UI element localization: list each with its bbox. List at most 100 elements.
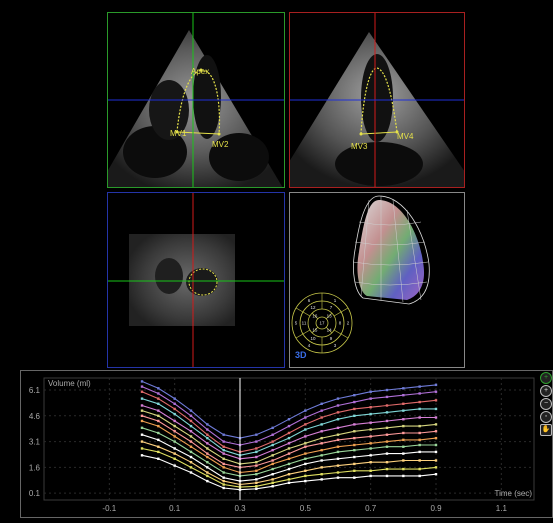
series-point	[320, 430, 323, 433]
series-point	[434, 430, 438, 433]
series-point	[434, 473, 438, 476]
series-point	[271, 481, 274, 485]
series-point	[320, 478, 323, 481]
series-point	[140, 433, 144, 436]
series-point	[369, 460, 372, 464]
series-point	[287, 473, 291, 476]
bullseye-segment-label: 5	[295, 321, 298, 326]
volume-time-chart[interactable]: 6.1 4.6 3.1 1.6 0.1 -0.1 0.1 0.3 0.5 0.7 0.9 1.1 Vol…	[20, 370, 553, 518]
series-point	[271, 440, 274, 443]
series-point	[173, 407, 176, 411]
series-point	[271, 473, 274, 476]
series-point	[320, 466, 323, 469]
plus-icon[interactable]: +	[540, 372, 552, 384]
series-point	[385, 426, 389, 430]
series-point	[189, 435, 193, 438]
series-point	[369, 406, 372, 409]
zoom-in-icon[interactable]: +	[540, 385, 552, 397]
series-point	[222, 471, 225, 474]
series-point	[418, 424, 421, 428]
series-point	[271, 448, 274, 452]
series-point	[336, 418, 340, 421]
series-point	[385, 440, 389, 443]
series-point	[222, 466, 225, 469]
apical-4ch-view[interactable]: Apex MV1 MV2	[107, 12, 285, 188]
series-point	[320, 448, 323, 452]
series-point	[336, 464, 340, 467]
bullseye-segment-label: 8	[339, 321, 342, 326]
series-point	[353, 448, 356, 452]
series-point	[369, 442, 372, 445]
series-point	[418, 443, 421, 447]
series-point	[189, 455, 193, 459]
apical-2ch-view[interactable]: MV3 MV4	[289, 12, 465, 188]
series-point	[434, 450, 438, 454]
series-point	[140, 409, 144, 412]
mv3-marker	[359, 132, 363, 136]
series-point	[434, 443, 438, 447]
zoom-out-icon[interactable]: −	[540, 398, 552, 410]
series-point	[304, 423, 307, 426]
hand-icon[interactable]: ✋	[540, 424, 552, 436]
series-point	[173, 440, 176, 443]
series-point	[434, 436, 438, 440]
series-point	[385, 460, 389, 464]
series-point	[434, 383, 438, 387]
zoom-fit-icon[interactable]: ◦	[540, 411, 552, 423]
bullseye-segment-label: 17	[319, 321, 325, 326]
series-point	[402, 459, 405, 462]
series-point	[255, 478, 258, 481]
series-point	[157, 431, 160, 435]
series-point	[206, 436, 209, 440]
series-point	[157, 402, 160, 405]
series-point	[353, 400, 356, 404]
series-point	[353, 414, 356, 418]
series-point	[304, 462, 307, 466]
bullseye-segment-label: 2	[347, 321, 350, 326]
series-point	[402, 393, 405, 397]
series-point	[140, 390, 144, 393]
series-point	[385, 474, 389, 478]
series-point	[353, 455, 356, 459]
series-point	[320, 416, 323, 419]
series-point	[402, 438, 405, 442]
series-point	[271, 433, 274, 436]
3d-render-view[interactable]: 1 2 3 4 5 6 7 8 9 10 11 12 13 14 15 16 17 3D	[289, 192, 465, 368]
series-point	[206, 471, 209, 474]
series-point	[385, 395, 389, 399]
series-point	[320, 442, 323, 445]
bullseye-segment-label: 13	[327, 313, 333, 318]
bullseye-segment-label: 10	[310, 336, 316, 341]
series-point	[206, 433, 209, 436]
series-point	[157, 424, 160, 428]
series-point	[369, 412, 372, 416]
series-point	[336, 433, 340, 436]
series-point	[287, 481, 291, 485]
series-point	[189, 419, 193, 423]
series-point	[255, 473, 258, 476]
series-point	[287, 436, 291, 440]
bullseye-segment-label: 14	[327, 328, 333, 333]
series-point	[173, 402, 176, 405]
x-tick-label: -0.1	[102, 504, 116, 513]
series-point	[336, 411, 340, 414]
series-point	[336, 471, 340, 474]
series-point	[206, 474, 209, 478]
series-point	[189, 414, 193, 418]
short-axis-view[interactable]	[107, 192, 285, 368]
rv-cavity	[155, 258, 183, 294]
y-tick-label: 6.1	[29, 386, 41, 395]
series-point	[385, 388, 389, 392]
series-point	[402, 424, 405, 428]
series-point	[157, 419, 160, 423]
series-point	[369, 474, 372, 478]
series-point	[287, 424, 291, 428]
bullseye-segment-label: 6	[308, 298, 311, 303]
series-point	[206, 452, 209, 455]
series-point	[304, 474, 307, 478]
series-point	[189, 445, 193, 448]
series-point	[353, 393, 356, 397]
series-point	[189, 409, 193, 412]
bullseye-segment-label: 1	[334, 298, 337, 303]
series-point	[369, 447, 372, 450]
